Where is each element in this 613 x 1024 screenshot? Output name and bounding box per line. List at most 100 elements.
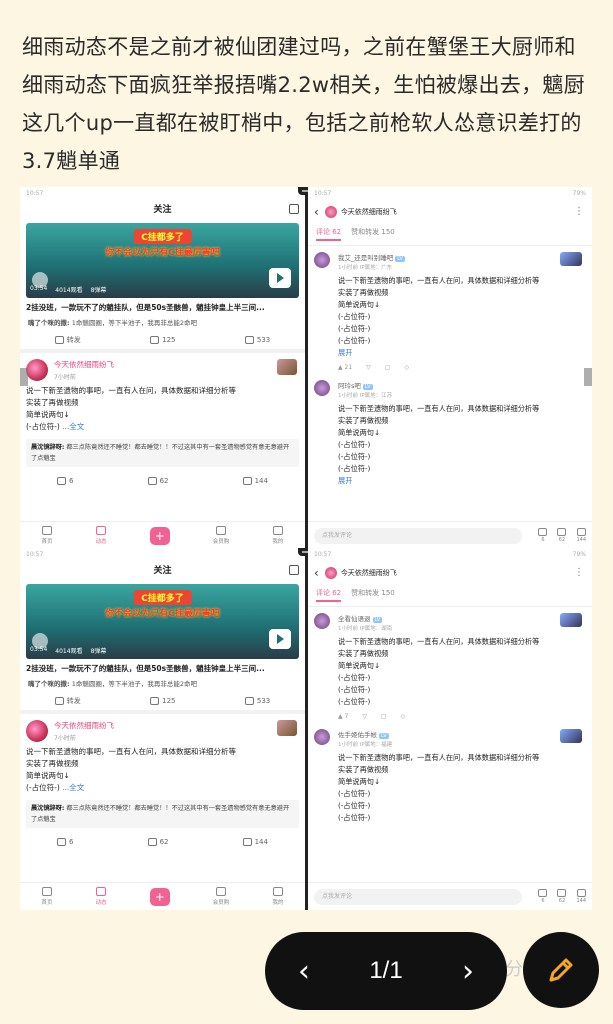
shop-icon [216,526,227,535]
thumbs-up-icon [576,889,586,897]
video-meta: 03:54 4014观看 8弹幕 [30,285,106,294]
plus-icon: + [149,887,170,906]
comment-line: (-占位符-) [338,697,371,706]
post-line-2: 实装了再做视频 [26,398,79,407]
commenter-name-text: 我艾_还是叫别睡吧 [338,254,394,262]
avatar [324,567,337,579]
post-author: 今天依然细雨纷飞 7小时前 [20,353,305,383]
tab-label: 我的 [272,539,284,545]
video-title: 2挂没班，一款玩不了的魈挂队，但是50s圣骸兽，魈挂钟皇上半三间... [26,303,265,312]
status-battery: 79% [572,551,586,558]
level-badge: LV [372,617,383,623]
comment-header: 全看仙语退 LV 1小时前 IP属地：湖南 [308,607,592,634]
share-icon [538,889,548,897]
header-title: 今天依然细雨纷飞 [340,208,397,216]
tab-home: 首页 [42,887,53,906]
more-icon: ⋮ [574,206,584,217]
post-actions: 6 62 144 [20,832,305,850]
placeholder-text: (-占位符-) [26,422,60,431]
left-panel: 10:57 关注 C挂都多了 你不会以为只有C挂最厉害吧 03:54 4014观看… [20,548,305,910]
like-count: 144 [254,477,268,485]
tab-shop: 会员购 [213,887,229,906]
video-thumbnail: C挂都多了 你不会以为只有C挂最厉害吧 03:54 4014观看 8弹幕 [26,584,299,659]
video-comment: 嘴了个咪的撒: 1命魈圆圈，等下半池子，我再非总能2命吧 [20,315,305,329]
comment-line: 实装了再做视频 [338,288,389,297]
header-title: 今天依然细雨纷飞 [340,569,397,577]
dislike-icon: ▽ [362,713,367,720]
comment-header: 我艾_还是叫别睡吧 LV 1小时前 IP属地：广东 [308,246,592,273]
tab-label: 我的 [272,900,284,906]
status-time: 10:57 [314,551,332,558]
like-action: 533 [244,335,270,345]
comment-meta: 1小时前 IP属地：福建 [338,742,393,748]
comment-line: (-占位符-) [338,452,371,461]
comment-line: (-占位符-) [338,312,371,321]
share-icon [54,336,64,344]
comment-count: 125 [162,336,176,344]
edit-button[interactable] [523,932,599,1008]
edit-icon [289,204,299,214]
share-count: 6 [69,838,74,846]
dynamic-icon [96,887,107,896]
comment-body: 说一下新圣遗物的事吧，一直有人在问，具体数据和详细分析等 实装了再做视频 简单说… [308,273,592,361]
scroll-handle-left [20,368,28,386]
screenshot-image-2[interactable]: 10:57 关注 C挂都多了 你不会以为只有C挂最厉害吧 03:54 4014观看… [20,548,592,910]
video-comment-user: 嘴了个咪的撒: [28,680,70,688]
video-meta: 03:54 4014观看 8弹幕 [30,646,106,655]
tab-reposts: 赞和转发 150 [351,228,395,236]
tab-comments: 评论 62 [316,588,342,602]
video-comment-user: 嘴了个咪的撒: [28,319,70,327]
like-action: ▲ 21 [338,364,353,371]
post-line-3: 简单说两句↓ [26,410,70,419]
comment-line: 实装了再做视频 [338,649,389,658]
post-time: 7小时前 [54,735,76,742]
comment-meta: 1小时前 IP属地：湖南 [338,626,393,632]
comment-header: 佐手姬佑手帐 LV 1小时前 IP属地：福建 [308,723,592,750]
next-image-button[interactable]: › [453,954,483,989]
dislike-icon: ▽ [366,364,371,371]
video-danmaku: 8弹幕 [90,648,107,655]
comment-line: 说一下新圣遗物的事吧，一直有人在问，具体数据和详细分析等 [338,276,540,285]
comment-count: 62 [558,898,566,904]
top-comment: 晨沈镜辞呀: 都三点陈竟然还不睡觉！都去睡觉！！不过这其中有一套圣遗物感觉有意无… [26,439,299,467]
status-bar: 10:57 [20,548,305,562]
tab-mine: 我的 [272,887,283,906]
quote-text: 都三点陈竟然还不睡觉！都去睡觉！！不过这其中有一套圣遗物感觉有意无意避开了点魈宝 [31,444,290,462]
decoration-badge [560,252,582,266]
expand-link: 展开 [338,476,353,485]
share-action: 6 [57,477,74,485]
read-more-link: ...全文 [62,783,85,792]
comment-action: 62 [147,838,169,846]
placeholder-text: (-占位符-) [26,783,60,792]
comment-icon [557,889,567,897]
like-action: 533 [244,696,270,706]
prev-image-button[interactable]: ‹ [289,954,319,989]
video-danmaku: 8弹幕 [90,287,107,294]
home-icon [42,887,53,896]
comment-line: 简单说两句↓ [338,300,380,309]
avatar [314,380,330,396]
video-duration: 03:54 [30,285,48,292]
tab-reposts: 赞和转发 150 [351,589,395,597]
comment-line: (-占位符-) [338,813,371,822]
comment-action: 125 [150,335,175,345]
bottom-tabbar: 首页 动态 + 会员购 我的 [20,521,305,549]
avatar [26,720,48,742]
tab-post: + [149,887,170,906]
video-actions: 转发 125 533 [20,690,305,714]
comment-icon [150,697,160,705]
screenshot-image-1[interactable]: 10:57 关注 C挂都多了 你不会以为只有C挂最厉害吧 03:54 4014观看… [20,187,592,549]
comment-line: (-占位符-) [338,801,371,810]
scroll-handle-right [584,368,592,386]
detail-header: ‹ 今天依然细雨纷飞 ⋮ [308,201,592,223]
video-banner-1: C挂都多了 [133,590,192,605]
detail-tabs: 评论 62 赞和转发 150 [308,584,592,607]
status-bar: 10:57 79% [308,548,592,562]
expand-link: 展开 [338,348,353,357]
commenter-name: 我艾_还是叫别睡吧 LV [338,252,405,262]
shop-icon [216,887,227,896]
comment-line: (-占位符-) [338,673,371,682]
tab-mine: 我的 [272,526,283,545]
tab-home: 首页 [42,526,53,545]
comment-header: 阿玲s吧 LV 1小时前 IP属地：江苏 [308,374,592,401]
